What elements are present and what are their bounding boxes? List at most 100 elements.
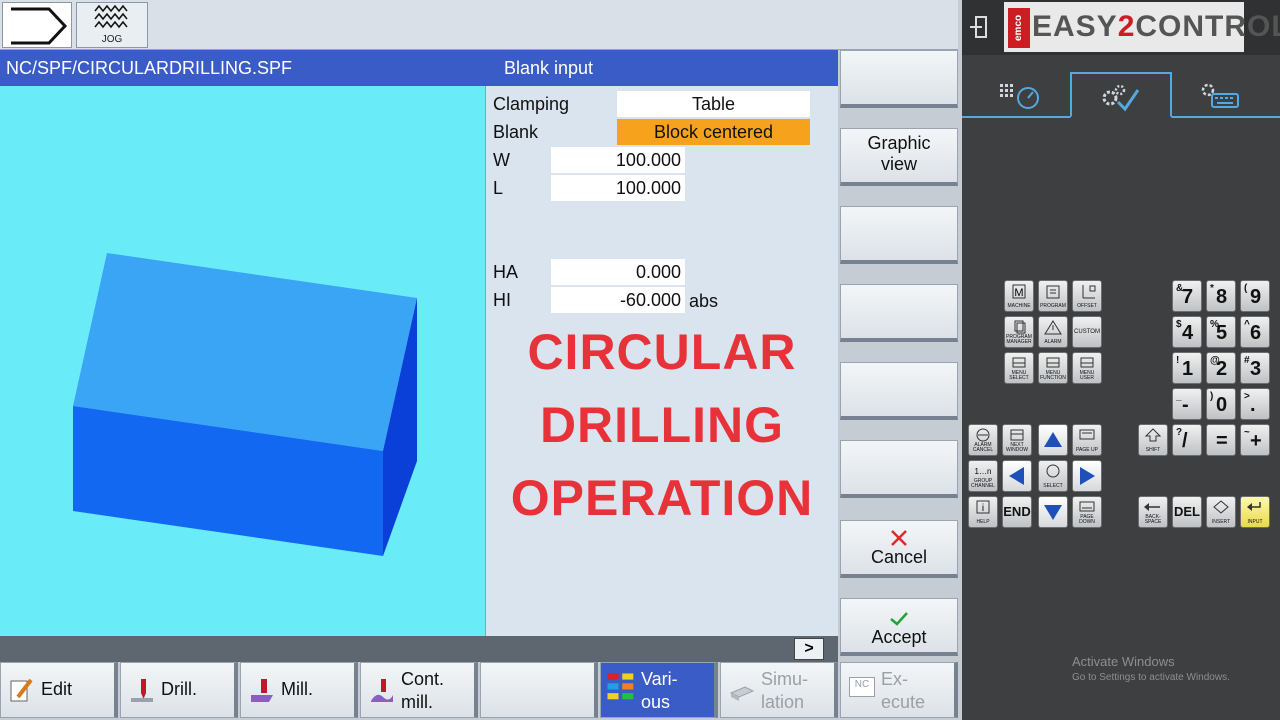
- key-minus[interactable]: _ -: [1172, 388, 1202, 420]
- w-field[interactable]: 100.000: [551, 147, 685, 173]
- vertical-softkey-1[interactable]: [840, 50, 958, 108]
- key-4[interactable]: $4: [1172, 316, 1202, 348]
- key-1[interactable]: ! 1: [1172, 352, 1202, 384]
- end-label: END: [1003, 504, 1031, 519]
- machine-key[interactable]: M MACHINE: [1004, 280, 1034, 312]
- group-channel-key[interactable]: 1…n GROUP CHANNEL: [968, 460, 998, 492]
- graphic-view-line2: view: [880, 154, 917, 174]
- page-down-key[interactable]: PAGE DOWN: [1072, 496, 1102, 528]
- offset-key-icon: [1082, 285, 1096, 299]
- ha-field[interactable]: 0.000: [551, 259, 685, 285]
- arrow-down-key[interactable]: [1038, 496, 1068, 528]
- tab-settings[interactable]: [1070, 72, 1172, 118]
- exit-icon[interactable]: [968, 14, 994, 40]
- vertical-softkey-5[interactable]: [840, 362, 958, 420]
- mill-softkey[interactable]: Mill.: [240, 662, 358, 718]
- keypad-gauge-icon: [1000, 84, 1039, 109]
- simulation-label: Simu- lation: [761, 668, 808, 714]
- alarm-cancel-key[interactable]: ALARM CANCEL: [968, 424, 998, 456]
- overlay-line-2: DRILLING: [539, 397, 785, 453]
- key-2[interactable]: @2: [1206, 352, 1236, 384]
- svg-text:M: M: [1014, 287, 1023, 299]
- edit-softkey[interactable]: Edit: [0, 662, 118, 718]
- custom-key[interactable]: CUSTOM: [1072, 316, 1102, 348]
- vertical-softkey-6[interactable]: [840, 440, 958, 498]
- tab-machine-keys[interactable]: [968, 72, 1070, 118]
- vertical-softkey-4[interactable]: [840, 284, 958, 342]
- program-manager-label: PROGRAM MANAGER: [1006, 334, 1032, 345]
- key-dot[interactable]: >.: [1240, 388, 1270, 420]
- contour-mill-softkey[interactable]: Cont. mill.: [360, 662, 478, 718]
- menu-function-icon: [1046, 357, 1060, 368]
- various-icon: [607, 673, 634, 700]
- page-up-key[interactable]: PAGE UP: [1072, 424, 1102, 456]
- brand-name: EASY2CONTROL: [1032, 10, 1280, 44]
- arrow-down-icon: [1044, 505, 1062, 520]
- input-key[interactable]: INPUT: [1240, 496, 1270, 528]
- horizontal-softkey-5[interactable]: [480, 662, 598, 718]
- menu-function-key[interactable]: MENU FUNCTION: [1038, 352, 1068, 384]
- cancel-softkey[interactable]: Cancel: [840, 520, 958, 578]
- graphic-view-softkey[interactable]: Graphic view: [840, 128, 958, 186]
- help-key[interactable]: i HELP: [968, 496, 998, 528]
- del-key[interactable]: DEL: [1172, 496, 1202, 528]
- alarm-cancel-icon: [976, 428, 990, 442]
- backspace-key[interactable]: BACK-SPACE: [1138, 496, 1168, 528]
- hi-field[interactable]: -60.000: [551, 287, 685, 313]
- graphic-view-line1: Graphic: [867, 133, 931, 153]
- key-equals[interactable]: =: [1206, 424, 1236, 456]
- machine-area-button[interactable]: [2, 2, 72, 48]
- l-field[interactable]: 100.000: [551, 175, 685, 201]
- arrow-up-key[interactable]: [1038, 424, 1068, 456]
- key-plus[interactable]: ~ +: [1240, 424, 1270, 456]
- insert-key[interactable]: INSERT: [1206, 496, 1236, 528]
- accept-softkey[interactable]: Accept: [840, 598, 958, 656]
- offset-key[interactable]: OFFSET: [1072, 280, 1102, 312]
- page-down-icon: [1079, 501, 1095, 512]
- dialog-title: Blank input: [504, 58, 594, 78]
- arrow-left-key[interactable]: [1002, 460, 1032, 492]
- jog-mode-button[interactable]: JOG: [76, 2, 148, 48]
- alarm-icon: [1044, 320, 1062, 335]
- key-6[interactable]: ^ 6: [1240, 316, 1270, 348]
- hi-unit: abs: [689, 291, 719, 311]
- arrow-up-icon: [1044, 432, 1062, 447]
- key-3[interactable]: #3: [1240, 352, 1270, 384]
- drill-softkey[interactable]: Drill.: [120, 662, 238, 718]
- arrow-right-key[interactable]: [1072, 460, 1102, 492]
- alarm-cancel-label: ALARM CANCEL: [972, 442, 994, 453]
- simulation-softkey[interactable]: Simu- lation: [720, 662, 838, 718]
- key-6-sup: ^: [1244, 319, 1250, 330]
- key-7[interactable]: & 7: [1172, 280, 1202, 312]
- blank-type-field[interactable]: Block centered: [617, 119, 810, 145]
- key-5[interactable]: % 5: [1206, 316, 1236, 348]
- tab-keyboard-settings[interactable]: [1172, 72, 1274, 118]
- clamping-field[interactable]: Table: [617, 91, 810, 117]
- end-key[interactable]: END: [1002, 496, 1032, 528]
- w-label: W: [493, 150, 510, 170]
- nc-icon: NC: [849, 677, 875, 697]
- shift-key[interactable]: SHIFT: [1138, 424, 1168, 456]
- title-bar: NC/SPF/CIRCULARDRILLING.SPF Blank input: [0, 50, 838, 86]
- menu-select-key[interactable]: MENU SELECT: [1004, 352, 1034, 384]
- key-0[interactable]: ) 0: [1206, 388, 1236, 420]
- select-key[interactable]: SELECT: [1038, 460, 1068, 492]
- menu-user-key[interactable]: MENU USER: [1072, 352, 1102, 384]
- key-8[interactable]: * 8: [1206, 280, 1236, 312]
- hi-label: HI: [493, 290, 511, 310]
- edit-label: Edit: [41, 679, 73, 699]
- program-manager-key[interactable]: PROGRAM MANAGER: [1004, 316, 1034, 348]
- next-window-key[interactable]: NEXT WINDOW: [1002, 424, 1032, 456]
- vertical-softkey-3[interactable]: [840, 206, 958, 264]
- program-key[interactable]: PROGRAM: [1038, 280, 1068, 312]
- group-channel-icon: 1…n: [975, 467, 992, 476]
- key-slash[interactable]: ? /: [1172, 424, 1202, 456]
- jog-wave-icon: [94, 4, 128, 29]
- drill-icon: [131, 679, 153, 702]
- various-softkey[interactable]: Vari- ous: [600, 662, 718, 718]
- panel-header: emco EASY2CONTROL: [962, 0, 1280, 55]
- execute-softkey[interactable]: NC Ex- ecute: [840, 662, 958, 718]
- key-9[interactable]: (9: [1240, 280, 1270, 312]
- more-button[interactable]: >: [794, 638, 824, 660]
- alarm-key[interactable]: ALARM: [1038, 316, 1068, 348]
